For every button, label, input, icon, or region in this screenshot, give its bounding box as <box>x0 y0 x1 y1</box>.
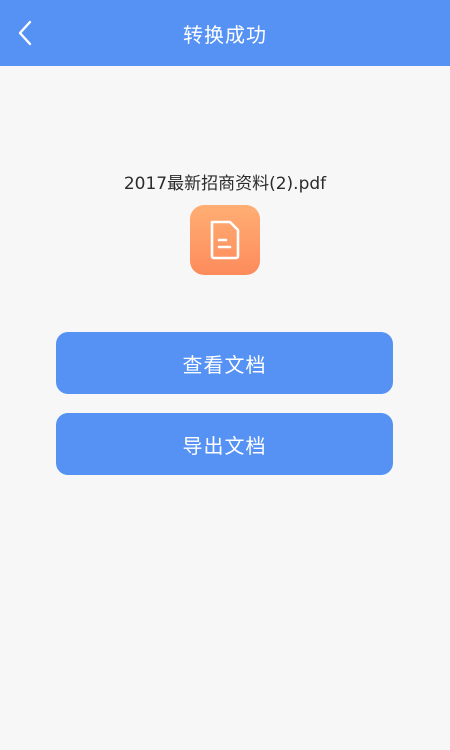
document-glyph <box>210 220 240 260</box>
back-button[interactable] <box>10 17 40 49</box>
file-name: 2017最新招商资料(2).pdf <box>123 174 327 194</box>
export-document-button[interactable]: 导出文档 <box>56 413 393 475</box>
top-bar: 转换成功 <box>0 0 450 66</box>
view-document-button[interactable]: 查看文档 <box>56 332 393 394</box>
chevron-left-icon <box>18 20 32 46</box>
page-title: 转换成功 <box>183 22 267 47</box>
document-icon <box>190 205 260 275</box>
